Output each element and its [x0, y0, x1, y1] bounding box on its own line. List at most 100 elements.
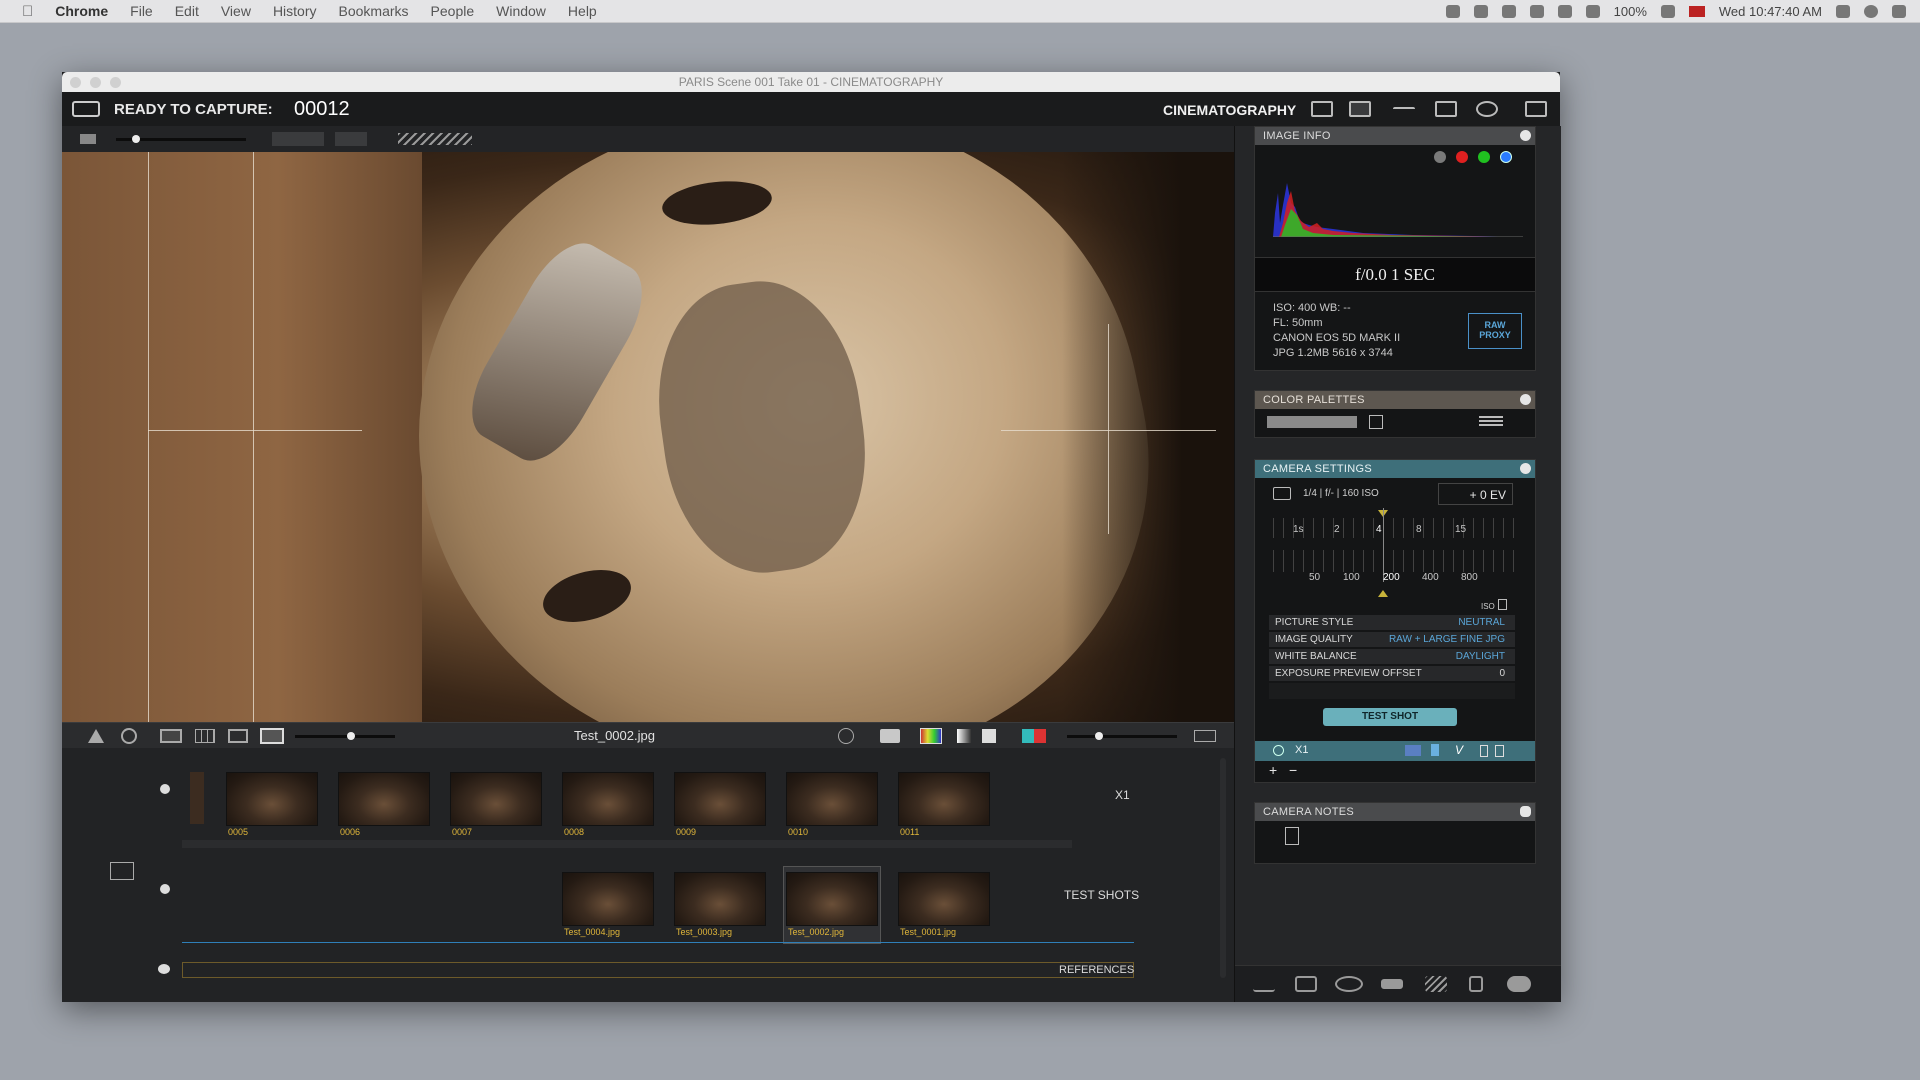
setting-image-quality[interactable]: IMAGE QUALITY RAW + LARGE FINE JPG [1269, 632, 1515, 647]
zoom-window-button[interactable] [110, 77, 121, 88]
guide-line-h1[interactable] [148, 430, 362, 431]
siri-icon[interactable] [1864, 4, 1878, 18]
image-viewer[interactable] [62, 152, 1234, 722]
thumbnail-0009[interactable] [674, 772, 766, 826]
row-x1-pin-icon[interactable] [160, 784, 170, 794]
color-overlay-icon[interactable] [920, 728, 942, 744]
apple-menu-icon[interactable]:  [22, 3, 33, 20]
zoom-slider[interactable] [295, 735, 395, 738]
thumbnail-test-0001[interactable] [898, 872, 990, 926]
download-icon[interactable] [1431, 744, 1439, 756]
channel-luma-dot[interactable] [1434, 151, 1446, 163]
search-icon[interactable] [1836, 4, 1850, 18]
volume-icon[interactable] [1585, 4, 1600, 18]
overlay-toggle-icon[interactable] [80, 134, 96, 144]
palette-menu-icon[interactable] [1479, 416, 1503, 428]
menu-window[interactable]: Window [496, 3, 546, 19]
channel-green-dot[interactable] [1478, 151, 1490, 163]
menu-view[interactable]: View [221, 3, 251, 19]
wifi-icon[interactable] [1557, 4, 1572, 18]
brightness-slider[interactable] [1067, 735, 1177, 738]
setting-white-balance[interactable]: WHITE BALANCE DAYLIGHT [1269, 649, 1515, 664]
ship-icon[interactable] [1253, 976, 1275, 992]
view-filmstrip-icon[interactable] [228, 729, 248, 743]
references-row[interactable] [182, 962, 1134, 978]
raw-proxy-button[interactable]: RAW PROXY [1468, 313, 1522, 349]
capture-camera-icon[interactable] [880, 729, 900, 743]
crosshair-h[interactable] [1001, 430, 1216, 431]
notes-document-icon[interactable] [1285, 827, 1299, 845]
toggle-tab-icon[interactable] [1507, 976, 1531, 992]
notification-center-icon[interactable] [1892, 4, 1906, 18]
camera-thumbnail-icon[interactable] [1405, 745, 1421, 756]
menu-people[interactable]: People [431, 3, 475, 19]
close-window-button[interactable] [70, 77, 81, 88]
status-icon[interactable] [1445, 4, 1460, 18]
tether-icon[interactable] [72, 101, 100, 117]
guides-icon[interactable] [398, 133, 472, 145]
clock[interactable]: Wed 10:47:40 AM [1719, 4, 1822, 19]
setting-picture-style[interactable]: PICTURE STYLE NEUTRAL [1269, 615, 1515, 630]
card-icon[interactable] [1480, 745, 1488, 757]
menu-app[interactable]: Chrome [55, 3, 108, 19]
minimize-window-button[interactable] [90, 77, 101, 88]
dropbox-icon[interactable] [1473, 4, 1488, 18]
skype-icon[interactable] [1501, 4, 1516, 18]
fit-width-icon[interactable] [1194, 730, 1216, 742]
pin-icon[interactable] [1520, 463, 1531, 474]
thumbnail-0006[interactable] [338, 772, 430, 826]
view-single-icon[interactable] [160, 729, 182, 743]
row-x1-scrollbar[interactable] [182, 840, 1072, 848]
camera-icon[interactable] [1349, 101, 1371, 117]
guides-tab-icon[interactable] [1425, 976, 1447, 992]
row-references-pin-icon[interactable] [158, 964, 170, 974]
notes-tab-icon[interactable] [1469, 976, 1483, 992]
thumbnail-0005[interactable] [226, 772, 318, 826]
flag-icon[interactable] [1688, 5, 1705, 17]
image-info-header[interactable]: IMAGE INFO [1255, 127, 1535, 145]
thumbnail-0007[interactable] [450, 772, 542, 826]
iso-lock-icon[interactable] [1498, 599, 1507, 610]
test-shot-button[interactable]: TEST SHOT [1323, 708, 1457, 726]
arrow-tool-icon[interactable] [335, 132, 367, 146]
camera-target-icon[interactable] [1273, 745, 1284, 756]
filmstrip-scrollbar[interactable] [1220, 758, 1226, 978]
add-camera-button[interactable]: + [1269, 762, 1277, 778]
flip-icon[interactable] [88, 729, 104, 743]
collapse-icon[interactable] [1520, 806, 1531, 817]
v-icon[interactable]: V [1455, 743, 1463, 757]
guide-line-v2[interactable] [253, 152, 254, 722]
setting-exposure-preview-offset[interactable]: EXPOSURE PREVIEW OFFSET 0 [1269, 666, 1515, 681]
camera-tab-icon[interactable] [1295, 976, 1317, 992]
overlay-tab-icon[interactable] [1335, 976, 1363, 992]
camera-notes-header[interactable]: CAMERA NOTES [1255, 803, 1535, 821]
crosshair-v[interactable] [1108, 324, 1109, 534]
palette-swatch-bar[interactable] [1267, 416, 1357, 428]
pin-icon[interactable] [1520, 130, 1531, 141]
ev-compensation-field[interactable]: + 0 EV [1438, 483, 1513, 505]
channel-blue-dot[interactable] [1500, 151, 1512, 163]
pin-icon[interactable] [1520, 394, 1531, 405]
focus-icon[interactable] [1435, 101, 1457, 117]
battery-icon[interactable] [1660, 4, 1675, 18]
import-icon[interactable] [110, 862, 134, 880]
display-icon[interactable] [1311, 101, 1333, 117]
guide-line-v1[interactable] [148, 152, 149, 722]
palette-import-icon[interactable] [1369, 415, 1383, 429]
lock-icon[interactable] [1495, 745, 1504, 757]
menu-file[interactable]: File [130, 3, 153, 19]
thumbnail-test-0002[interactable] [786, 872, 878, 926]
rotate-icon[interactable] [121, 728, 137, 744]
thumbnail-0008[interactable] [562, 772, 654, 826]
view-compare-icon[interactable] [260, 728, 284, 744]
blend-mode-selector[interactable] [272, 132, 324, 146]
view-grid-icon[interactable] [195, 729, 215, 743]
thumbnail-partial[interactable] [190, 772, 204, 824]
camera-settings-header[interactable]: CAMERA SETTINGS [1255, 460, 1535, 478]
row-testshots-pin-icon[interactable] [160, 884, 170, 894]
settings-icon[interactable] [1476, 101, 1498, 117]
brightness-slider-thumb[interactable] [1095, 732, 1103, 740]
thumbnail-0011[interactable] [898, 772, 990, 826]
zoom-slider-thumb[interactable] [347, 732, 355, 740]
thumbnail-test-0003[interactable] [674, 872, 766, 926]
